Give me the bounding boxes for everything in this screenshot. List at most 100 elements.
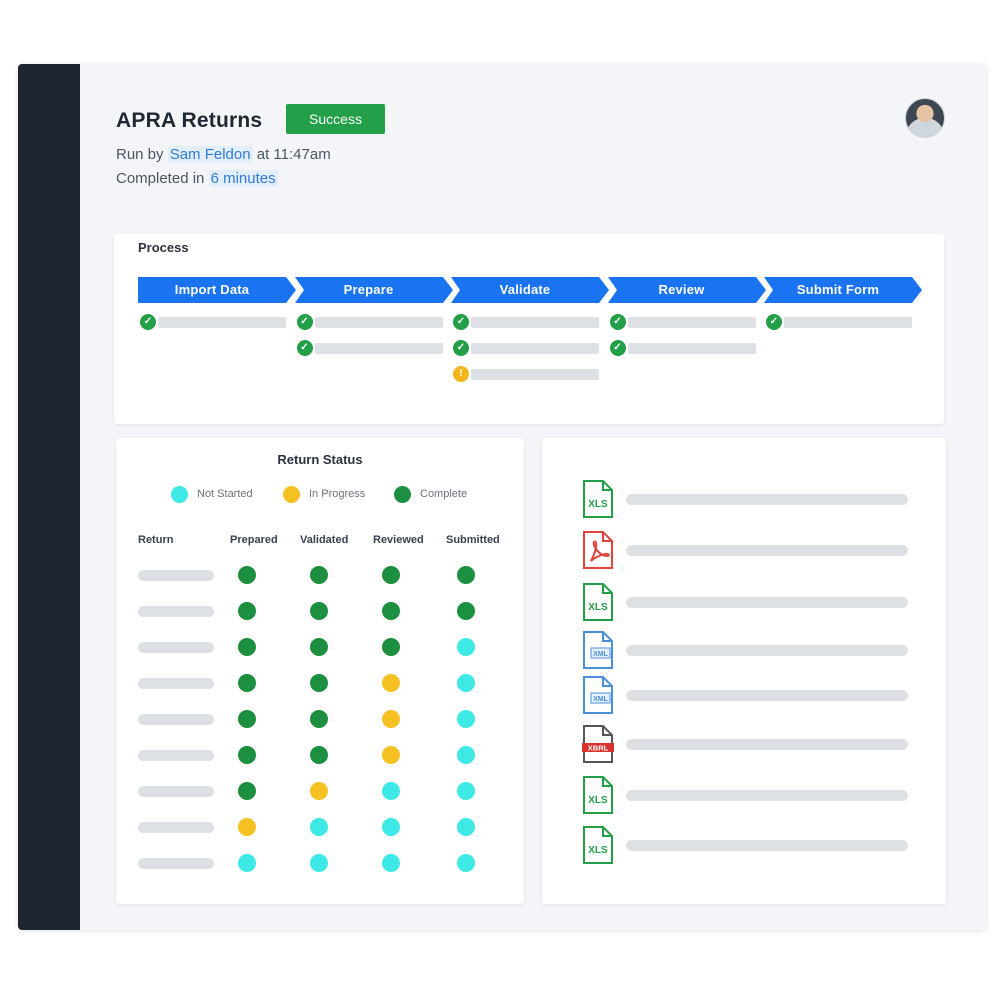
svg-text:XBRL: XBRL bbox=[588, 744, 609, 753]
svg-text:XML: XML bbox=[593, 696, 609, 703]
file-list-item[interactable]: XLS bbox=[582, 480, 912, 520]
status-dot-not-started bbox=[457, 854, 475, 872]
process-title: Process bbox=[138, 240, 189, 255]
avatar[interactable] bbox=[905, 98, 945, 138]
column-header-reviewed: Reviewed bbox=[373, 534, 424, 546]
stage-label: Review bbox=[658, 282, 705, 297]
check-icon: ✓ bbox=[140, 314, 156, 330]
check-icon: ✓ bbox=[296, 340, 313, 356]
process-stage-5[interactable]: Submit Form bbox=[764, 277, 922, 303]
status-dot-not-started bbox=[310, 854, 328, 872]
status-dot-complete bbox=[310, 710, 328, 728]
task-placeholder-bar bbox=[314, 317, 443, 328]
stage-label: Validate bbox=[499, 282, 551, 297]
process-task: ✓ bbox=[609, 340, 760, 356]
status-badge: Success bbox=[286, 104, 385, 134]
stage-label: Import Data bbox=[174, 282, 250, 297]
status-dot-complete bbox=[238, 710, 256, 728]
process-stage-4[interactable]: Review bbox=[607, 277, 766, 303]
status-dot-complete bbox=[238, 674, 256, 692]
main-content: APRA Returns Success Run by Sam Feldon a… bbox=[80, 64, 986, 930]
legend-dot bbox=[283, 485, 300, 503]
column-header-validated: Validated bbox=[300, 534, 349, 546]
task-placeholder-bar bbox=[627, 343, 756, 354]
app-window: APRA Returns Success Run by Sam Feldon a… bbox=[18, 64, 986, 930]
status-dot-in-progress bbox=[310, 782, 328, 800]
status-dot-in-progress bbox=[238, 818, 256, 836]
process-task: ✓ bbox=[766, 314, 916, 330]
column-header-submitted: Submitted bbox=[446, 534, 500, 546]
status-dot-not-started bbox=[457, 782, 475, 800]
xbrl-file-icon: XBRL bbox=[582, 725, 614, 763]
return-status-title: Return Status bbox=[277, 452, 363, 467]
file-name-placeholder bbox=[626, 494, 908, 505]
check-icon: ✓ bbox=[453, 314, 469, 330]
completed-prefix: Completed in bbox=[116, 170, 205, 187]
sidebar bbox=[18, 64, 80, 930]
return-name-placeholder bbox=[138, 822, 214, 833]
xls-file-icon: XLS bbox=[583, 480, 613, 518]
status-dot-not-started bbox=[457, 746, 475, 764]
return-name-placeholder bbox=[138, 678, 214, 689]
check-icon: ✓ bbox=[609, 314, 626, 330]
status-dot-not-started bbox=[457, 674, 475, 692]
task-placeholder-bar bbox=[627, 317, 756, 328]
file-list-item[interactable]: XML bbox=[582, 631, 912, 671]
file-list-item[interactable] bbox=[582, 531, 912, 571]
status-dot-not-started bbox=[238, 854, 256, 872]
status-dot-complete bbox=[382, 566, 400, 584]
svg-text:XLS: XLS bbox=[588, 845, 608, 856]
return-name-placeholder bbox=[138, 858, 214, 869]
legend-complete: Complete bbox=[394, 485, 467, 503]
status-dot-complete bbox=[238, 746, 256, 764]
status-dot-in-progress bbox=[382, 710, 400, 728]
stage-label: Prepare bbox=[343, 282, 394, 297]
file-list-item[interactable]: XLS bbox=[582, 583, 912, 623]
file-list-item[interactable]: XML bbox=[582, 676, 912, 716]
xls-file-icon: XLS bbox=[583, 583, 613, 621]
status-dot-not-started bbox=[457, 710, 475, 728]
status-dot-not-started bbox=[457, 818, 475, 836]
file-list-item[interactable]: XLS bbox=[582, 826, 912, 866]
file-list-item[interactable]: XBRL bbox=[582, 725, 912, 765]
status-dot-in-progress bbox=[382, 746, 400, 764]
process-stage-1[interactable]: Import Data bbox=[138, 277, 296, 303]
check-icon: ✓ bbox=[296, 314, 313, 330]
status-dot-not-started bbox=[382, 854, 400, 872]
task-placeholder-bar bbox=[471, 369, 599, 380]
xls-file-icon: XLS bbox=[583, 826, 613, 864]
pdf-file-icon bbox=[583, 531, 613, 569]
status-dot-not-started bbox=[310, 818, 328, 836]
status-dot-complete bbox=[238, 782, 256, 800]
page-title: APRA Returns bbox=[116, 109, 263, 132]
status-dot-complete bbox=[310, 566, 328, 584]
legend-label: Not Started bbox=[197, 488, 253, 500]
return-name-placeholder bbox=[138, 750, 214, 761]
process-task: ! bbox=[453, 366, 603, 382]
return-name-placeholder bbox=[138, 714, 214, 725]
status-dot-complete bbox=[310, 602, 328, 620]
column-header-prepared: Prepared bbox=[230, 534, 278, 546]
status-dot-complete bbox=[457, 602, 475, 620]
run-by-prefix: Run by bbox=[116, 146, 164, 163]
legend-not-started: Not Started bbox=[171, 485, 253, 503]
run-by-user-link[interactable]: Sam Feldon bbox=[167, 146, 253, 163]
task-placeholder-bar bbox=[471, 317, 599, 328]
process-stage-2[interactable]: Prepare bbox=[294, 277, 453, 303]
file-name-placeholder bbox=[626, 840, 908, 851]
file-list-item[interactable]: XLS bbox=[582, 776, 912, 816]
check-icon: ✓ bbox=[453, 340, 469, 356]
file-name-placeholder bbox=[626, 690, 908, 701]
xml-file-icon: XML bbox=[583, 676, 613, 714]
return-name-placeholder bbox=[138, 642, 214, 653]
process-stage-3[interactable]: Validate bbox=[451, 277, 609, 303]
legend-label: Complete bbox=[420, 488, 468, 500]
check-icon: ✓ bbox=[766, 314, 782, 330]
process-card: Process Import Data ✓ Prepare ✓ ✓ Validate ✓ ✓!… bbox=[114, 234, 944, 424]
status-dot-complete bbox=[310, 674, 328, 692]
status-dot-complete bbox=[238, 638, 256, 656]
check-icon: ✓ bbox=[609, 340, 626, 356]
svg-text:XLS: XLS bbox=[588, 602, 608, 613]
duration-link[interactable]: 6 minutes bbox=[208, 170, 278, 187]
legend-in-progress: In Progress bbox=[283, 485, 365, 503]
